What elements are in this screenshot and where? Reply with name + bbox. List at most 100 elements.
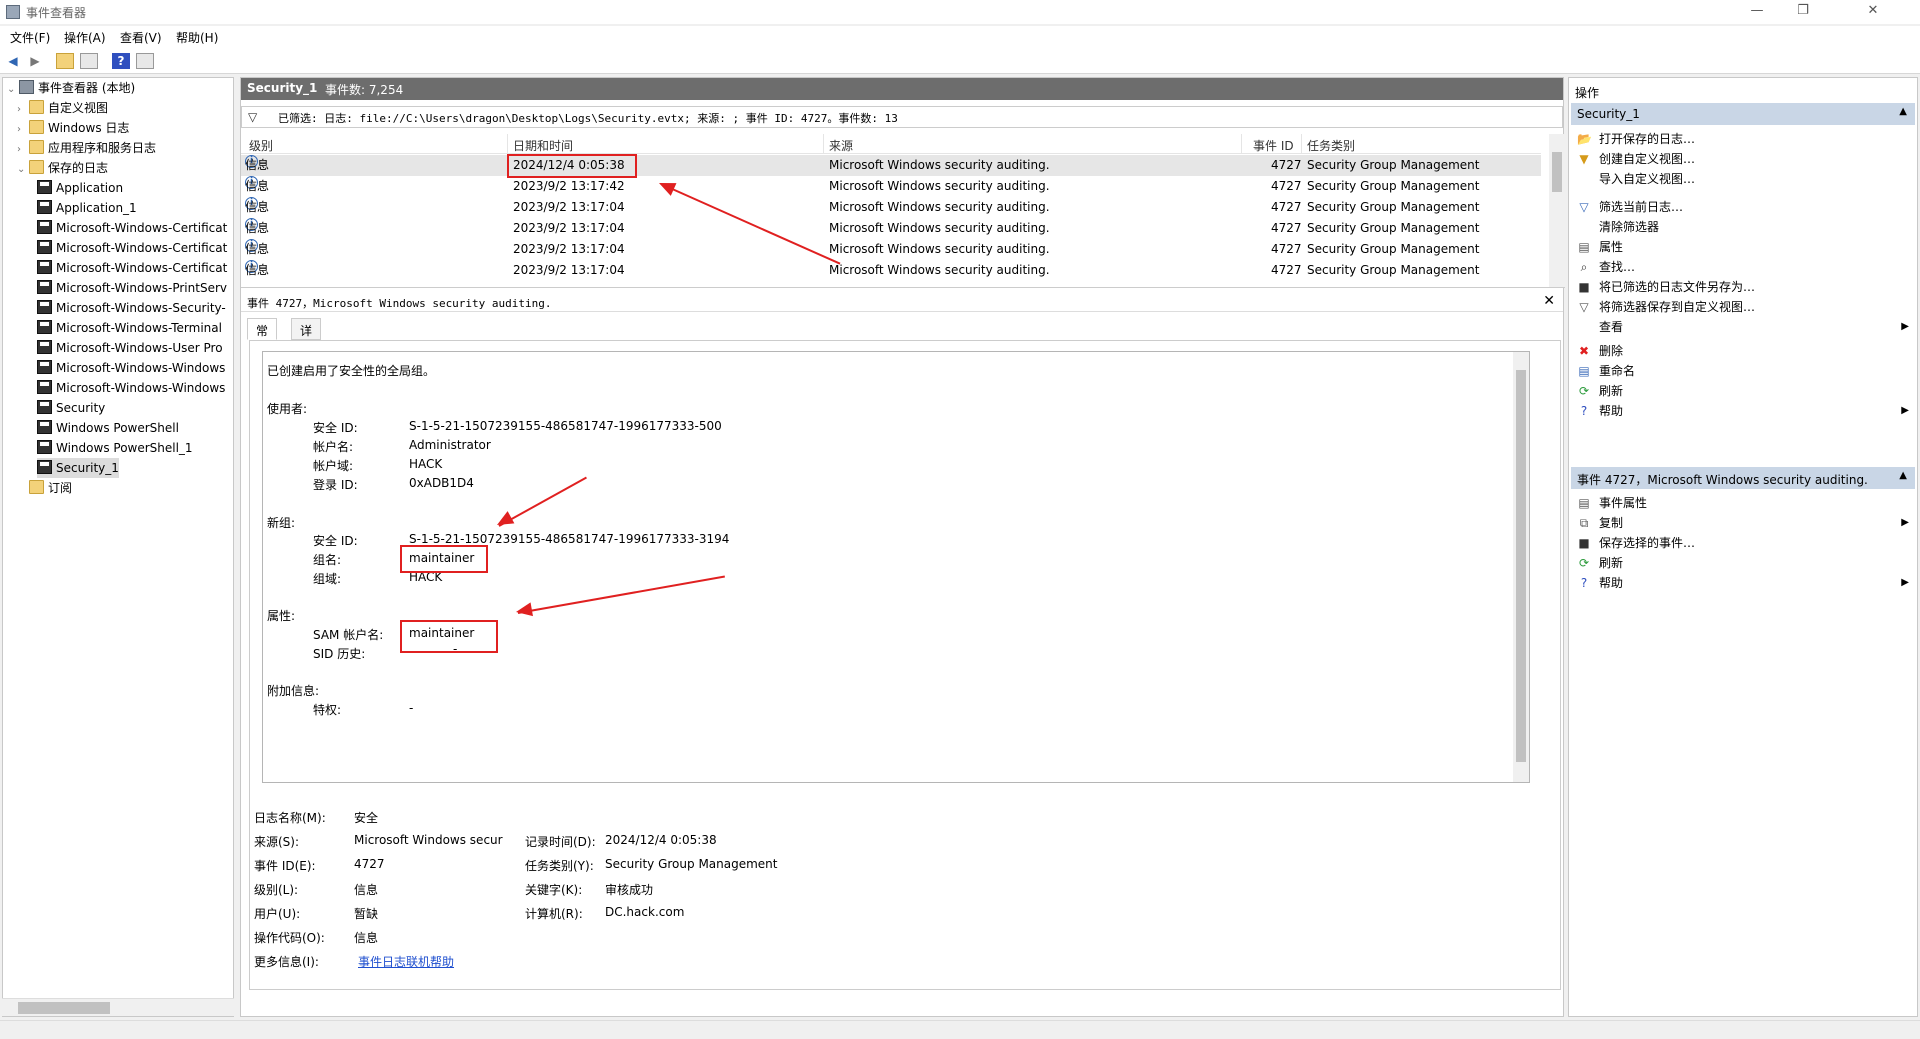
desc-ng-sid: S-1-5-21-1507239155-486581747-1996177333… [409,532,730,546]
scrollbar-thumb[interactable] [18,1002,110,1014]
actions-section-log[interactable]: Security_1 ▲ [1571,103,1915,125]
row-level: 信息 [245,200,270,214]
event-row[interactable]: i 信息 2023/9/2 13:17:04 Microsoft Windows se… [241,218,1541,239]
event-row[interactable]: i 信息 2023/9/2 13:17:04 Microsoft Windows se… [241,239,1541,260]
tree-saved-log-item[interactable]: Application_1 [37,198,137,218]
tree-custom-views[interactable]: › 自定义视图 [17,98,108,118]
tree-saved-log-item[interactable]: Windows PowerShell [37,418,179,438]
tree-saved-log-item[interactable]: Microsoft-Windows-Windows [37,378,225,398]
show-hide-tree-icon[interactable] [80,53,98,69]
tree-saved-log-item[interactable]: Microsoft-Windows-User Pro [37,338,223,358]
action-item[interactable]: ? 帮助 ▶ [1569,573,1917,593]
action-item[interactable]: ■ 保存选择的事件… [1569,533,1917,553]
tree-subscriptions[interactable]: 订阅 [17,478,72,498]
refresh-icon: ⟳ [1578,384,1590,398]
action-item[interactable]: 导入自定义视图… [1569,169,1917,189]
collapse-icon[interactable]: ▲ [1899,106,1907,117]
action-item[interactable]: ⟳ 刷新 [1569,381,1917,401]
close-detail-icon[interactable]: ✕ [1543,293,1555,309]
log-file-icon [37,440,52,454]
copy-icon: ⧉ [1579,516,1589,530]
description-scrollbar[interactable] [1513,352,1529,782]
online-help-link[interactable]: 事件日志联机帮助 [358,953,454,970]
minimize-button[interactable]: — [1734,0,1780,24]
restore-button[interactable]: ❐ [1780,0,1826,24]
menu-action[interactable]: 操作(A) [64,29,106,46]
desc-domain: HACK [409,457,443,471]
tree-saved-log-item[interactable]: Microsoft-Windows-Security- [37,298,226,318]
submenu-arrow-icon: ▶ [1901,405,1909,416]
action-item[interactable]: ■ 将已筛选的日志文件另存为… [1569,277,1917,297]
action-item[interactable]: ▤ 事件属性 [1569,493,1917,513]
event-description[interactable]: 已创建启用了安全性的全局组。 使用者: 安全 ID: S-1-5-21-1507… [262,351,1530,783]
tree-horizontal-scrollbar[interactable] [2,998,234,1016]
column-level[interactable]: 级别 [249,137,273,154]
refresh-icon: ⟳ [1578,556,1590,570]
column-task[interactable]: 任务类别 [1307,137,1355,154]
tab-general[interactable]: 常规 [247,318,278,355]
desc-logon: 0xADB1D4 [409,476,474,490]
forward-arrow-icon[interactable]: ▶ [26,53,44,69]
folder-icon [29,160,44,174]
scrollbar-thumb[interactable] [1516,370,1526,762]
action-item[interactable]: ▤ 重命名 [1569,361,1917,381]
actions-section-event[interactable]: 事件 4727，Microsoft Windows security audit… [1571,467,1915,489]
tab-details[interactable]: 详细信息 [291,318,322,389]
find-icon: ⌕ [1580,260,1588,274]
tree-root[interactable]: ⌄ 事件查看器 (本地) [7,78,135,98]
tree-saved-log-item[interactable]: Security_1 [37,458,119,478]
log-header: Security_1 事件数: 7,254 [241,78,1563,100]
back-arrow-icon[interactable]: ◀ [4,53,22,69]
tree-app-service-logs[interactable]: › 应用程序和服务日志 [17,138,156,158]
action-item[interactable]: ⌕ 查找… [1569,257,1917,277]
event-list-scrollbar[interactable] [1549,134,1565,287]
log-file-icon [37,240,52,254]
tree-saved-log-item[interactable]: Windows PowerShell_1 [37,438,193,458]
row-event-id: 4727 [1271,158,1302,172]
tree-saved-logs[interactable]: ⌄ 保存的日志 [17,158,108,178]
menu-view[interactable]: 查看(V) [120,29,162,46]
action-item[interactable]: ▤ 属性 [1569,237,1917,257]
event-row[interactable]: i 信息 2023/9/2 13:17:04 Microsoft Windows se… [241,197,1541,218]
row-datetime: 2023/9/2 13:17:04 [513,263,625,277]
action-item[interactable]: 清除筛选器 [1569,217,1917,237]
action-pane-icon[interactable] [136,53,154,69]
window-title: 事件查看器 [26,6,87,20]
action-item[interactable]: ▽ 筛选当前日志… [1569,197,1917,217]
scrollbar-thumb[interactable] [1552,152,1562,192]
tree-saved-log-item[interactable]: Microsoft-Windows-Certificat [37,258,227,278]
column-event-id[interactable]: 事件 ID [1253,137,1294,154]
menu-help[interactable]: 帮助(H) [176,29,218,46]
up-folder-icon[interactable] [56,53,74,69]
filter-icon: ▽ [1579,200,1589,214]
close-button[interactable]: ✕ [1850,0,1896,24]
tree-saved-log-item[interactable]: Microsoft-Windows-Windows [37,358,225,378]
tree-saved-log-item[interactable]: Microsoft-Windows-PrintServ [37,278,227,298]
menu-file[interactable]: 文件(F) [10,29,50,46]
log-file-icon [37,260,52,274]
column-datetime[interactable]: 日期和时间 [513,137,573,154]
tree-saved-log-item[interactable]: Microsoft-Windows-Certificat [37,238,227,258]
annotation-arrow-sam [517,575,725,614]
collapse-icon[interactable]: ▲ [1899,470,1907,481]
action-item[interactable]: ⟳ 刷新 [1569,553,1917,573]
tree-windows-logs[interactable]: › Windows 日志 [17,118,129,138]
event-row[interactable]: i 信息 2024/12/4 0:05:38 Microsoft Windows se… [241,155,1541,176]
column-source[interactable]: 来源 [829,137,853,154]
action-item[interactable]: ▼ 创建自定义视图… [1569,149,1917,169]
tree-saved-log-item[interactable]: Security [37,398,105,418]
action-item[interactable]: ✖ 删除 [1569,341,1917,361]
help-icon[interactable]: ? [112,53,130,69]
action-item[interactable]: ▽ 将筛选器保存到自定义视图… [1569,297,1917,317]
tree-saved-log-item[interactable]: Microsoft-Windows-Certificat [37,218,227,238]
event-row[interactable]: i 信息 2023/9/2 13:17:04 Microsoft Windows se… [241,260,1541,281]
action-item[interactable]: 📂 打开保存的日志… [1569,129,1917,149]
tree-saved-log-item[interactable]: Microsoft-Windows-Terminal [37,318,222,338]
event-viewer-icon [19,80,34,94]
tree-saved-log-item[interactable]: Application [37,178,123,198]
action-item[interactable]: 查看 ▶ [1569,317,1917,337]
action-item[interactable]: ⧉ 复制 ▶ [1569,513,1917,533]
action-item[interactable]: ? 帮助 ▶ [1569,401,1917,421]
event-row[interactable]: i 信息 2023/9/2 13:17:42 Microsoft Windows se… [241,176,1541,197]
desc-new-group: 新组: [267,516,296,530]
